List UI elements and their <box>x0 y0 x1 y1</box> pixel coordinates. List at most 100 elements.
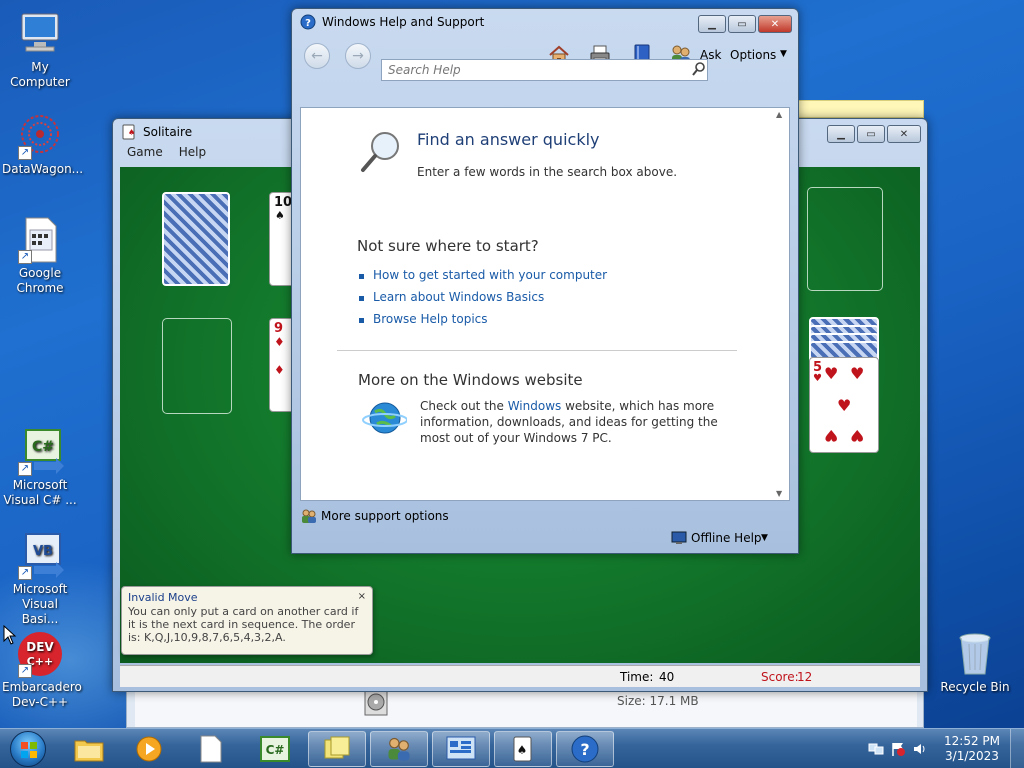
not-sure-heading: Not sure where to start? <box>357 237 539 255</box>
desktop-icon-my-computer[interactable]: My Computer <box>0 10 80 90</box>
empty-tableau-slot[interactable] <box>162 318 232 414</box>
more-support-options-link[interactable]: More support options <box>321 509 449 523</box>
search-help-input[interactable]: Search Help <box>381 59 708 81</box>
forward-button[interactable]: → <box>345 43 371 69</box>
menu-game[interactable]: Game <box>127 145 163 161</box>
desktop-icon-visual-basic[interactable]: VB ↗ Microsoft Visual Basi... <box>0 532 80 627</box>
forward-arrow-icon: → <box>352 48 364 64</box>
sticky-notes-icon <box>324 736 350 759</box>
tooltip-title: Invalid Move <box>128 591 198 604</box>
diamond-suit-icon: ♦ <box>274 363 285 377</box>
visual-csharp-icon: C# ↗ <box>16 428 64 476</box>
desktop-icon-datawagon[interactable]: ↗ DataWagon... <box>0 112 83 177</box>
desktop-icon-label: Embarcadero Dev-C++ <box>2 680 82 709</box>
solitaire-statusbar: Time: 40 Score: 12 <box>120 665 920 687</box>
maximize-icon: ▭ <box>737 18 747 30</box>
size-text: Size: 17.1 MB <box>617 694 699 708</box>
heart-suit-icon: ♥ <box>850 426 865 445</box>
more-windows-text: Check out the Windows website, which has… <box>420 398 720 446</box>
taskbar-document-button[interactable] <box>182 731 240 767</box>
desktop-icon-label: Recycle Bin <box>940 680 1010 694</box>
show-desktop-button[interactable] <box>1010 729 1024 768</box>
taskbar-media-player-button[interactable] <box>120 731 178 767</box>
desktop-icon-visual-csharp[interactable]: C# ↗ Microsoft Visual C# ... <box>0 428 80 508</box>
magnifier-icon <box>361 132 399 172</box>
taskbar-help-people-button[interactable] <box>370 731 428 767</box>
help-footer: More support options Offline Help ▼ <box>300 503 790 549</box>
network-icon[interactable] <box>868 741 884 761</box>
volume-icon[interactable] <box>912 741 928 761</box>
find-answer-heading: Find an answer quickly <box>417 130 600 149</box>
tableau-five-hearts-card[interactable]: 5 ♥ ♥ ♥ ♥ ♥ ♥ <box>809 357 879 453</box>
document-icon <box>200 735 222 763</box>
heart-suit-icon: ♥ <box>850 364 865 383</box>
section-divider <box>337 350 737 351</box>
diamond-suit-icon: ♦ <box>274 335 285 349</box>
heart-suit-icon: ♥ <box>813 373 822 384</box>
clock[interactable]: 12:52 PM 3/1/2023 <box>944 734 1000 764</box>
score-value: 12 <box>797 670 813 684</box>
find-answer-text: Enter a few words in the search box abov… <box>417 165 678 179</box>
shortcut-arrow-icon: ↗ <box>18 250 32 264</box>
window-title: Windows Help and Support <box>322 15 485 29</box>
start-button[interactable] <box>4 729 52 768</box>
back-button[interactable]: ← <box>304 43 330 69</box>
folder-icon <box>74 740 104 762</box>
devcpp-icon: DEV C++ ↗ <box>16 630 64 678</box>
help-content-pane: Find an answer quickly Enter a few words… <box>300 107 790 501</box>
desktop-icon-recycle-bin[interactable]: Recycle Bin <box>935 630 1015 695</box>
windows-website-link[interactable]: Windows <box>508 399 562 413</box>
taskbar-visual-csharp-button[interactable]: C# <box>246 731 304 767</box>
search-icon[interactable] <box>691 61 707 80</box>
bullet <box>359 296 364 301</box>
maximize-button[interactable]: ▭ <box>728 15 756 33</box>
desktop-icon-label: Microsoft Visual Basi... <box>12 582 68 626</box>
close-button[interactable]: ✕ <box>758 15 792 33</box>
tooltip-body: You can only put a card on another card … <box>128 605 359 644</box>
maximize-button[interactable]: ▭ <box>857 125 885 143</box>
tooltip-close-icon[interactable]: × <box>358 590 366 603</box>
desktop-icon-label: Google Chrome <box>16 266 64 295</box>
foundation-slot[interactable] <box>807 187 883 291</box>
options-button[interactable]: Options <box>730 48 776 62</box>
system-tray: 12:52 PM 3/1/2023 <box>854 729 1024 768</box>
link-browse-help[interactable]: Browse Help topics <box>373 311 488 327</box>
svg-text:♠: ♠ <box>128 128 135 137</box>
taskbar-explorer-button[interactable] <box>60 731 118 767</box>
shortcut-arrow-icon: ↗ <box>18 462 32 476</box>
menu-help[interactable]: Help <box>179 145 206 161</box>
taskbar-solitaire-button[interactable]: ♠ <box>494 731 552 767</box>
chrome-doc-icon: ↗ <box>16 216 64 264</box>
help-question-icon: ? <box>571 735 599 763</box>
globe-icon <box>362 402 407 434</box>
spade-suit-icon: ♠ <box>275 209 285 222</box>
help-caption-buttons: ▁ ▭ ✕ <box>698 15 792 33</box>
stock-pile-card[interactable] <box>162 192 230 286</box>
offline-help-icon <box>671 531 687 544</box>
offline-help-dropdown[interactable]: Offline Help <box>691 531 762 545</box>
window-title: Solitaire <box>143 125 193 139</box>
shortcut-arrow-icon: ↗ <box>18 146 32 160</box>
explorer-details-pane: Size: 17.1 MB <box>135 689 917 727</box>
taskbar-help-support-button[interactable]: ? <box>556 731 614 767</box>
link-windows-basics[interactable]: Learn about Windows Basics <box>373 289 544 305</box>
background-explorer-window[interactable]: Size: 17.1 MB <box>126 688 924 728</box>
minimize-button[interactable]: ▁ <box>698 15 726 33</box>
back-arrow-icon: ← <box>311 48 323 64</box>
taskbar-control-panel-button[interactable] <box>432 731 490 767</box>
scroll-up-icon[interactable]: ▲ <box>776 110 782 119</box>
disc-icon <box>364 689 388 716</box>
recycle-bin-icon <box>951 630 999 678</box>
vertical-scrollbar[interactable]: ▲ ▼ <box>772 108 789 500</box>
minimize-button[interactable]: ▁ <box>827 125 855 143</box>
scroll-down-icon[interactable]: ▼ <box>776 489 782 498</box>
link-get-started[interactable]: How to get started with your computer <box>373 267 607 283</box>
mouse-pointer-icon <box>3 625 17 645</box>
taskbar-sticky-notes-button[interactable] <box>308 731 366 767</box>
desktop-icon-google-chrome[interactable]: ↗ Google Chrome <box>0 216 80 296</box>
svg-text:C#: C# <box>266 743 285 757</box>
action-center-flag-icon[interactable] <box>890 741 906 761</box>
svg-text:C#: C# <box>32 439 54 455</box>
close-button[interactable]: ✕ <box>887 125 921 143</box>
help-window[interactable]: ? Windows Help and Support ▁ ▭ ✕ ← → Ask… <box>291 8 799 554</box>
